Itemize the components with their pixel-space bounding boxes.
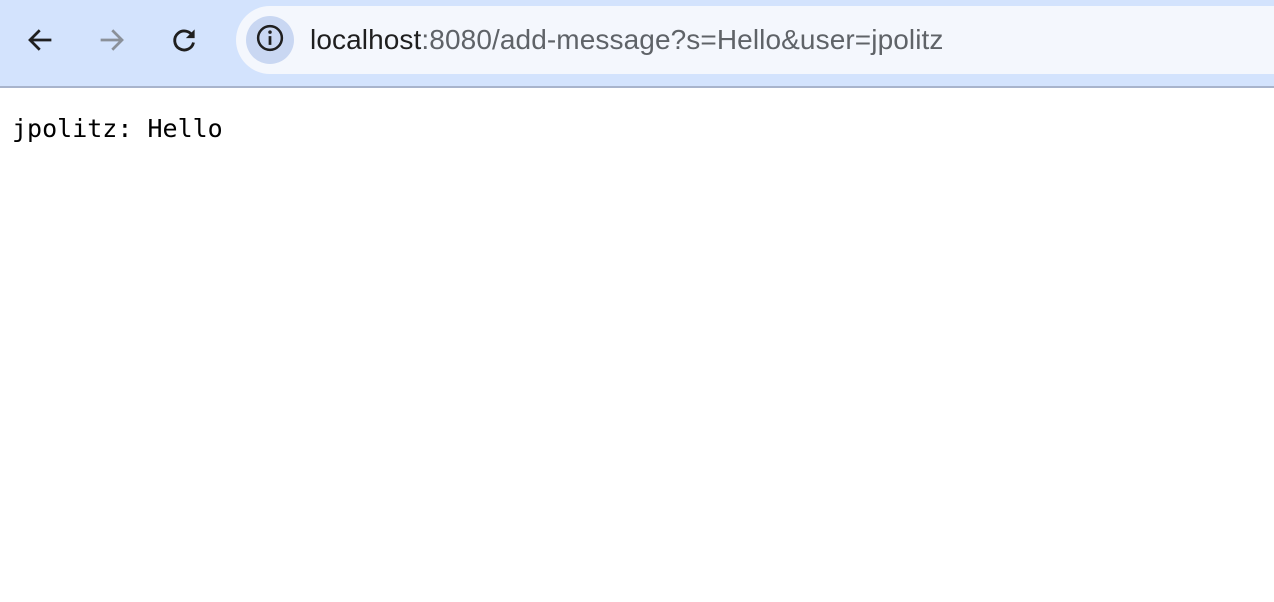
arrow-right-icon [97, 25, 127, 55]
url-text[interactable]: localhost:8080/add-message?s=Hello&user=… [310, 23, 944, 57]
page-message: jpolitz: Hello [12, 114, 223, 143]
arrow-left-icon [25, 25, 55, 55]
back-button[interactable] [18, 18, 62, 62]
site-info-button[interactable] [246, 16, 294, 64]
address-bar[interactable]: localhost:8080/add-message?s=Hello&user=… [236, 6, 1274, 74]
forward-button[interactable] [90, 18, 134, 62]
reload-icon [169, 25, 199, 55]
info-icon [255, 23, 285, 58]
url-path: :8080/add-message?s=Hello&user=jpolitz [421, 24, 944, 55]
reload-button[interactable] [162, 18, 206, 62]
url-host: localhost [310, 24, 422, 55]
browser-toolbar: localhost:8080/add-message?s=Hello&user=… [0, 0, 1274, 88]
